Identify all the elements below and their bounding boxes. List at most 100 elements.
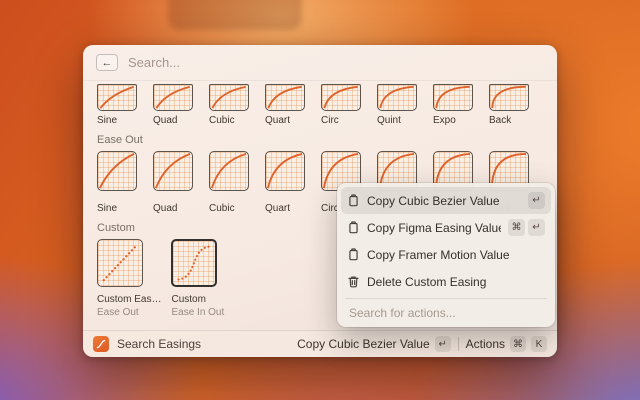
easing-item-custom-eas[interactable]: Custom Eas… Ease Out (97, 239, 161, 318)
easing-curve (266, 152, 304, 190)
easing-curve (154, 152, 192, 190)
easing-curve (434, 85, 472, 110)
primary-action-label: Copy Cubic Bezier Value (297, 337, 430, 351)
easing-row: Sine Quad Cubic Quart Circ Quint Expo Back (97, 84, 545, 126)
easing-curve (210, 152, 248, 190)
menu-item-label: Copy Cubic Bezier Value (367, 194, 521, 208)
easing-item-sine[interactable]: Sine (97, 151, 137, 214)
easing-curve (490, 85, 528, 110)
clipboard-icon (347, 248, 360, 261)
easing-curve (154, 85, 192, 110)
easing-label: Quad (153, 115, 177, 126)
easing-subtitle: Ease Out (97, 307, 139, 318)
key-badge: ↵ (528, 192, 545, 209)
easing-item-quint[interactable]: Quint (377, 84, 417, 126)
easings-app-icon (93, 336, 109, 352)
search-header: ← (83, 45, 557, 81)
easing-thumbnail[interactable] (209, 84, 249, 111)
k-key-badge: K (531, 336, 547, 352)
search-input[interactable] (128, 55, 544, 70)
section-title-ease-out: Ease Out (97, 134, 545, 146)
menu-item-label: Copy Framer Motion Value (367, 248, 538, 262)
easing-curve-glyph (95, 338, 107, 350)
cmd-key-badge: ⌘ (510, 336, 526, 352)
easing-item-quad[interactable]: Quad (153, 84, 193, 126)
easing-thumbnail[interactable] (265, 151, 305, 191)
easing-thumbnail[interactable] (97, 239, 143, 287)
easing-label: Cubic (209, 115, 235, 126)
easing-curve (378, 85, 416, 110)
easing-curve (210, 85, 248, 110)
easing-thumbnail[interactable] (377, 84, 417, 111)
key-badge: ⌘ (508, 219, 525, 236)
easing-thumbnail[interactable] (153, 151, 193, 191)
status-bar-left: Search Easings (93, 336, 201, 352)
easing-label: Cubic (209, 203, 235, 214)
easing-thumbnail[interactable] (321, 84, 361, 111)
easing-curve (322, 85, 360, 110)
status-bar: Search Easings Copy Cubic Bezier Value ↵… (83, 330, 557, 357)
easing-item-expo[interactable]: Expo (433, 84, 473, 126)
easing-label: Quint (377, 115, 401, 126)
clipboard-icon (347, 194, 360, 207)
back-button[interactable]: ← (96, 54, 118, 71)
easing-label: Quart (265, 115, 290, 126)
easing-thumbnail[interactable] (97, 84, 137, 111)
easing-curve (173, 241, 215, 285)
easing-subtitle: Ease In Out (171, 307, 224, 318)
action-search-input[interactable] (341, 299, 551, 327)
easing-thumbnail[interactable] (209, 151, 249, 191)
easing-item-cubic[interactable]: Cubic (209, 84, 249, 126)
menu-item-copy-figma-easing-value[interactable]: Copy Figma Easing Value ⌘↵ (341, 214, 551, 241)
trash-icon (347, 275, 360, 288)
shortcut-keys: ↵ (528, 192, 545, 209)
easing-label: Sine (97, 203, 117, 214)
easing-item-back[interactable]: Back (489, 84, 529, 126)
actions-label: Actions (466, 337, 505, 351)
easing-item-quart[interactable]: Quart (265, 84, 305, 126)
actions-button[interactable]: Actions ⌘ K (466, 336, 547, 352)
easing-item-quart[interactable]: Quart (265, 151, 305, 214)
command-title: Search Easings (117, 337, 201, 351)
easing-label: Expo (433, 115, 456, 126)
easing-label: Quad (153, 203, 177, 214)
menu-item-label: Copy Figma Easing Value (367, 221, 501, 235)
menu-item-copy-framer-motion-value[interactable]: Copy Framer Motion Value (341, 241, 551, 268)
menu-item-copy-cubic-bezier-value[interactable]: Copy Cubic Bezier Value ↵ (341, 187, 551, 214)
back-arrow-icon: ← (102, 57, 113, 69)
easing-curve (266, 85, 304, 110)
easing-item-circ[interactable]: Circ (321, 84, 361, 126)
easing-item-cubic[interactable]: Cubic (209, 151, 249, 214)
footer-divider (458, 337, 459, 351)
easing-label: Quart (265, 203, 290, 214)
easing-curve (98, 240, 142, 286)
menu-item-delete-custom-easing[interactable]: Delete Custom Easing (341, 268, 551, 295)
easing-label: Custom Eas… (97, 294, 161, 305)
easing-thumbnail[interactable] (153, 84, 193, 111)
enter-key-badge: ↵ (435, 336, 451, 352)
easing-item-custom[interactable]: Custom Ease In Out (171, 239, 224, 318)
action-menu: Copy Cubic Bezier Value↵Copy Figma Easin… (337, 183, 555, 327)
easing-thumbnail[interactable] (489, 84, 529, 111)
easing-thumbnail[interactable] (433, 84, 473, 111)
easing-curve (98, 85, 136, 110)
easing-item-sine[interactable]: Sine (97, 84, 137, 126)
screen: ← Sine Quad Cubic Quart Circ Quint Expo Back Eas… (0, 0, 640, 400)
easing-thumbnail[interactable] (97, 151, 137, 191)
easing-label: Back (489, 115, 511, 126)
easing-thumbnail[interactable] (265, 84, 305, 111)
background-window-blur (168, 0, 302, 30)
primary-action-button[interactable]: Copy Cubic Bezier Value ↵ (297, 336, 451, 352)
easing-item-quad[interactable]: Quad (153, 151, 193, 214)
action-menu-list: Copy Cubic Bezier Value↵Copy Figma Easin… (341, 187, 551, 295)
easing-curve (98, 152, 136, 190)
clipboard-icon (347, 221, 360, 234)
menu-item-label: Delete Custom Easing (367, 275, 538, 289)
status-bar-right: Copy Cubic Bezier Value ↵ Actions ⌘ K (297, 336, 547, 352)
easing-thumbnail[interactable] (171, 239, 217, 287)
key-badge: ↵ (528, 219, 545, 236)
easing-label: Custom (171, 294, 205, 305)
shortcut-keys: ⌘↵ (508, 219, 545, 236)
easing-label: Sine (97, 115, 117, 126)
easing-label: Circ (321, 115, 339, 126)
